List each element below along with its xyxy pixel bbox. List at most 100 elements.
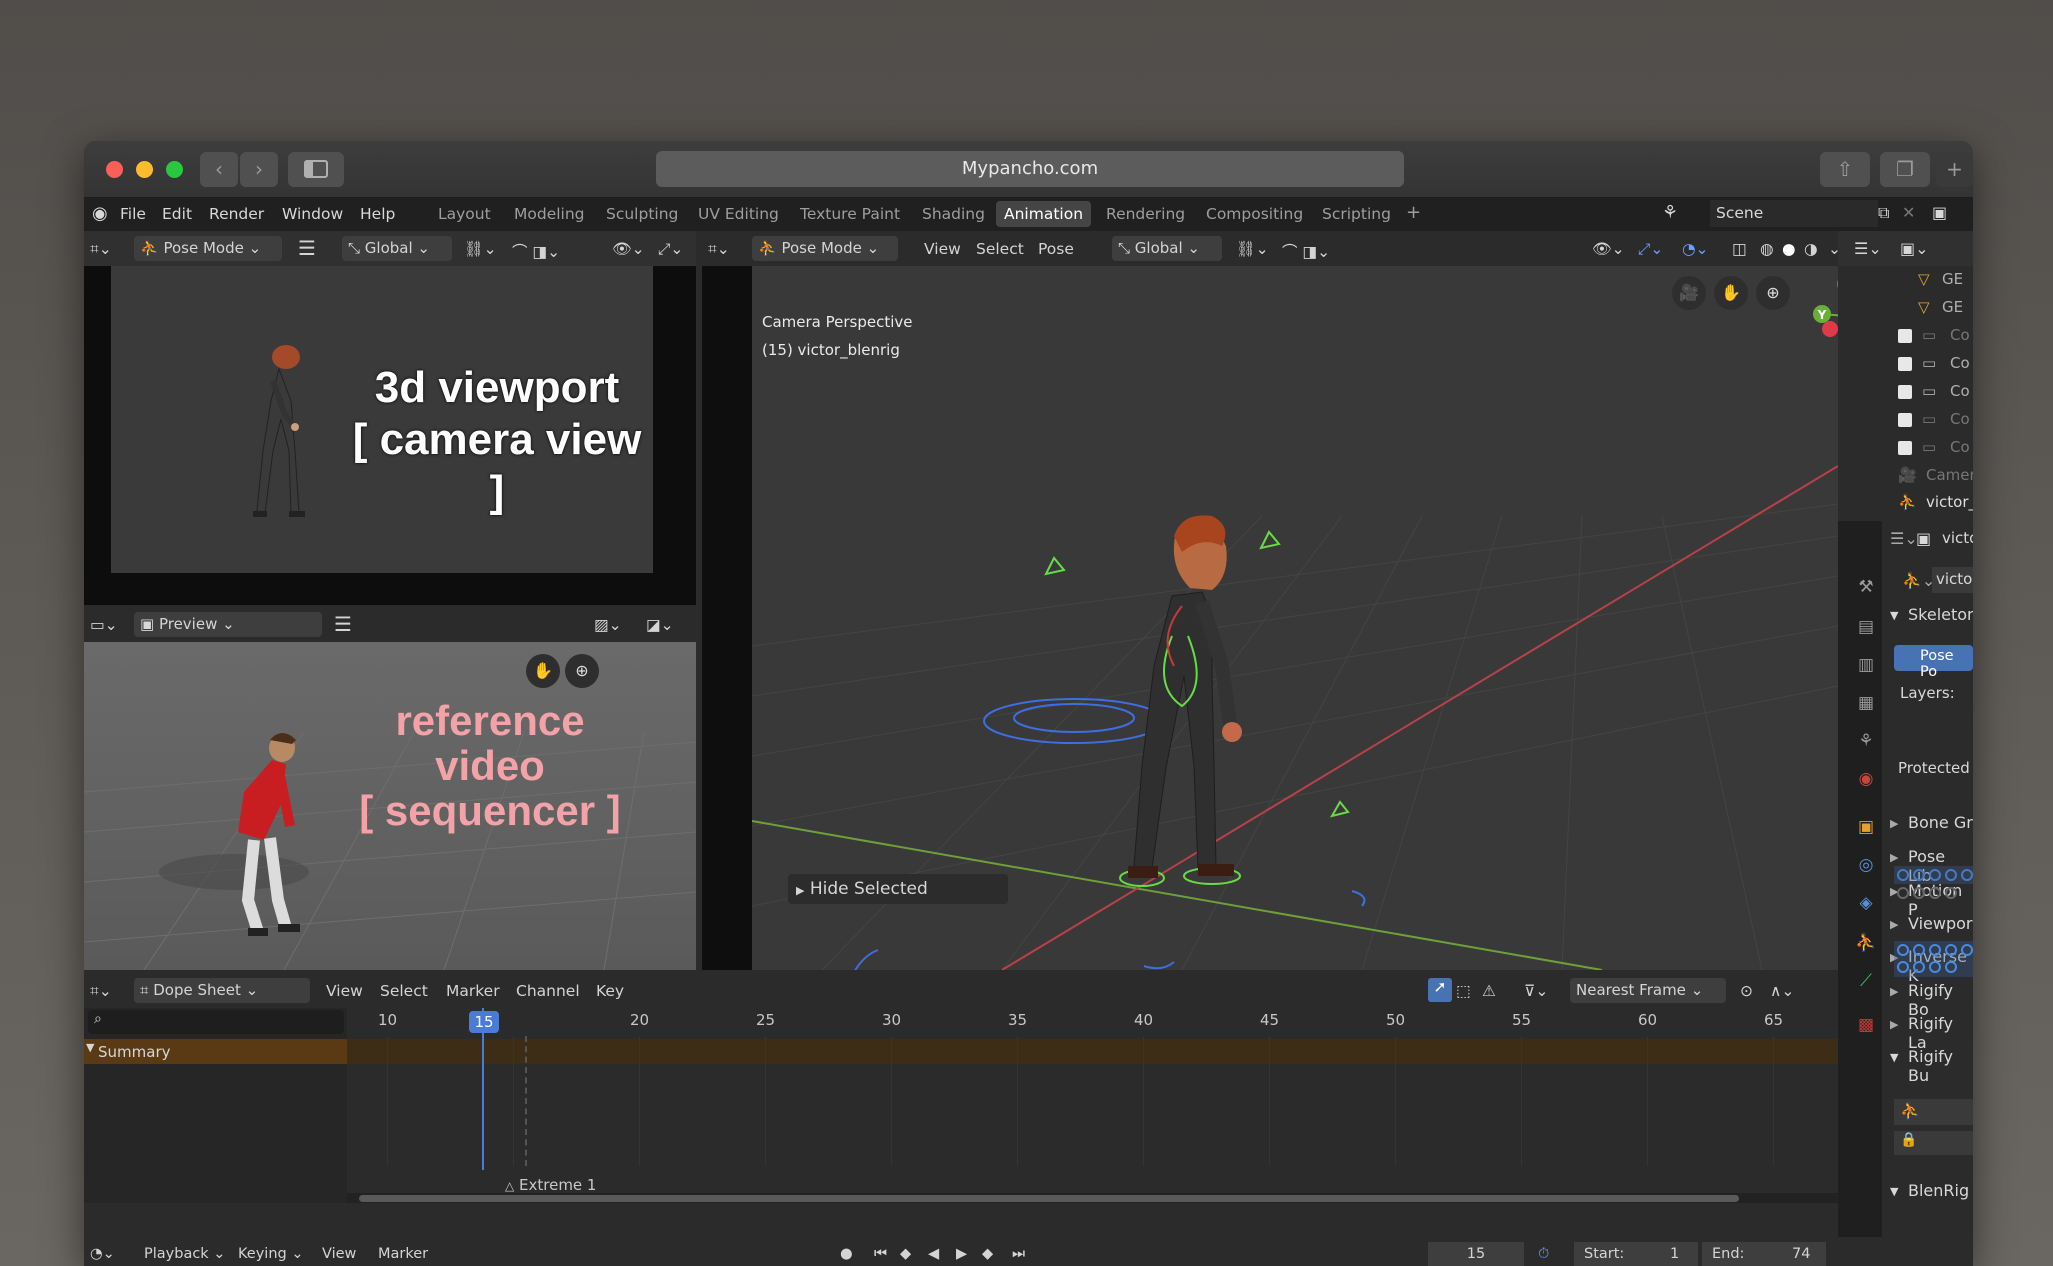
dopesheet-menu-select[interactable]: Select xyxy=(380,982,428,1000)
back-icon[interactable]: ‹ xyxy=(200,152,238,187)
preview-range-icon[interactable]: ⏱ xyxy=(1538,1246,1549,1262)
armature-data-tab-icon[interactable]: ⛹ xyxy=(1854,933,1878,955)
viewport-orientation-dropdown[interactable]: ⤡ Global ⌄ xyxy=(1112,236,1222,261)
outliner-item[interactable]: GE xyxy=(1942,270,1963,288)
3d-viewport[interactable]: Camera Perspective (15) victor_blenrig 🎥 … xyxy=(702,266,1838,970)
output-tab-icon[interactable]: ▥ xyxy=(1854,655,1878,677)
gizmo-icon[interactable]: ⤢⌄ xyxy=(658,240,683,259)
camera-view-panel[interactable]: 3d viewport [ camera view ] xyxy=(84,266,696,605)
end-frame-field[interactable]: End: 74 xyxy=(1702,1242,1826,1266)
menu-help[interactable]: Help xyxy=(360,205,395,223)
dopesheet-menu-marker[interactable]: Marker xyxy=(446,982,500,1000)
viewport-zoom-icon[interactable]: ⊕ xyxy=(1756,276,1790,310)
scene-remove-icon[interactable]: ✕ xyxy=(1902,203,1915,222)
menu-render[interactable]: Render xyxy=(209,205,264,223)
collection-checkbox[interactable] xyxy=(1898,413,1912,427)
world-tab-icon[interactable]: ◉ xyxy=(1854,769,1878,791)
outliner-item[interactable]: Co xyxy=(1950,354,1970,372)
viewport-menu-view[interactable]: View xyxy=(924,240,961,258)
constraint-tab-icon[interactable]: ◈ xyxy=(1854,893,1878,915)
dopesheet-editor-icon[interactable]: ⌗⌄ xyxy=(90,982,112,1001)
jump-start-icon[interactable]: ⏮ xyxy=(874,1246,887,1262)
jump-end-icon[interactable]: ⏭ xyxy=(1012,1246,1025,1262)
preview-mode-dropdown[interactable]: ▣ Preview ⌄ xyxy=(134,612,322,637)
keying-menu[interactable]: Keying ⌄ xyxy=(238,1246,303,1262)
share-icon[interactable]: ⇧ xyxy=(1820,152,1870,187)
falloff-icon[interactable]: ∧⌄ xyxy=(1770,982,1794,1000)
viewport-gizmo-icon[interactable]: ⤢⌄ xyxy=(1638,240,1663,259)
section-bone-groups[interactable]: Bone Gr xyxy=(1908,813,1973,832)
menu-file[interactable]: File xyxy=(120,205,146,223)
viewport-menu-pose[interactable]: Pose xyxy=(1038,240,1074,258)
preview-overlay-icon[interactable]: ◪⌄ xyxy=(646,616,674,634)
outliner-filter-icon[interactable]: ▣⌄ xyxy=(1900,239,1929,258)
viewport-mode-dropdown[interactable]: ⛹ Pose Mode ⌄ xyxy=(752,236,898,261)
tab-compositing[interactable]: Compositing xyxy=(1206,205,1303,223)
dopesheet-menu-channel[interactable]: Channel xyxy=(516,982,580,1000)
xray-icon[interactable]: ◫ xyxy=(1732,240,1747,258)
shading-solid-icon[interactable]: ● xyxy=(1782,240,1796,258)
current-frame-indicator[interactable]: 15 xyxy=(469,1011,499,1033)
outliner-panel[interactable]: ☰⌄ ▣⌄ ▽ GE ▽ GE ▭ Co ▭ Co ▭ Co ▭ Co ▭ Co 🎥 Camer… xyxy=(1838,231,1973,518)
tab-sculpting[interactable]: Sculpting xyxy=(606,205,678,223)
summary-channel[interactable]: ▼ Summary xyxy=(84,1039,347,1064)
tab-rendering[interactable]: Rendering xyxy=(1106,205,1185,223)
editor-type-icon[interactable]: ⌗⌄ xyxy=(90,240,112,259)
collection-checkbox[interactable] xyxy=(1898,329,1912,343)
view-layer-tab-icon[interactable]: ▦ xyxy=(1854,693,1878,715)
texture-tab-icon[interactable]: ▩ xyxy=(1854,1015,1878,1037)
properties-panel[interactable]: ⚒ ▤ ▥ ▦ ⚘ ◉ ▣ ◎ ◈ ⛹ ⟋ ▩ ☰⌄ ▣ victo ⛹⌄ vi… xyxy=(1838,521,1973,1266)
show-hidden-icon[interactable]: ⬚ xyxy=(1456,982,1471,1000)
timeline-editor-icon[interactable]: ◔⌄ xyxy=(90,1246,115,1262)
prev-keyframe-icon[interactable]: ◆ xyxy=(900,1246,911,1262)
timeline-view-menu[interactable]: View xyxy=(322,1246,356,1262)
camera-orientation-dropdown[interactable]: ⤡ Global ⌄ xyxy=(342,236,452,261)
render-tab-icon[interactable]: ▤ xyxy=(1854,617,1878,639)
blender-logo-icon[interactable]: ◉ xyxy=(92,203,108,224)
frame-ruler[interactable] xyxy=(347,1008,1838,1036)
record-icon[interactable]: ● xyxy=(840,1246,853,1262)
viewport-snap-icon[interactable]: ⌒ ◨⌄ xyxy=(1282,240,1330,262)
sequencer-editor-icon[interactable]: ▭⌄ xyxy=(90,616,118,634)
outliner-item[interactable]: Co xyxy=(1950,410,1970,428)
pose-position-button[interactable]: Pose Po xyxy=(1894,645,1973,680)
outliner-item[interactable]: GE xyxy=(1942,298,1963,316)
play-icon[interactable]: ▶ xyxy=(956,1246,967,1262)
minimize-window-button[interactable] xyxy=(136,161,153,178)
zoom-icon[interactable]: ⊕ xyxy=(565,654,599,688)
outliner-item[interactable]: Co xyxy=(1950,326,1970,344)
add-workspace-icon[interactable]: + xyxy=(1406,202,1421,223)
start-frame-field[interactable]: Start: 1 xyxy=(1574,1242,1698,1266)
scene-browse-icon[interactable]: ⧉ xyxy=(1878,203,1889,223)
menu-icon[interactable]: ☰ xyxy=(298,236,316,260)
menu-window[interactable]: Window xyxy=(282,205,343,223)
sidebar-toggle-icon[interactable] xyxy=(288,152,344,187)
skeleton-section-header[interactable]: Skeleton xyxy=(1908,605,1973,624)
scene-name-field[interactable]: Scene xyxy=(1710,200,1878,227)
rigify-armature-field-icon[interactable]: ⛹ xyxy=(1894,1099,1973,1125)
dopesheet-menu-view[interactable]: View xyxy=(326,982,363,1000)
menu-edit[interactable]: Edit xyxy=(162,205,192,223)
outliner-item[interactable]: victor_ xyxy=(1926,493,1973,511)
object-tab-icon[interactable]: ▣ xyxy=(1854,817,1878,839)
tool-tab-icon[interactable]: ⚒ xyxy=(1854,577,1878,599)
shading-material-icon[interactable]: ◑ xyxy=(1804,240,1818,258)
viewport-menu-select[interactable]: Select xyxy=(976,240,1024,258)
viewport-overlay-icon[interactable]: ◔⌄ xyxy=(1682,240,1709,258)
snap-mode-dropdown[interactable]: Nearest Frame ⌄ xyxy=(1570,978,1726,1003)
proportional-edit-icon[interactable]: ⊙ xyxy=(1740,982,1753,1000)
section-rigify-buttons[interactable]: Rigify Bu xyxy=(1908,1047,1973,1085)
navigation-gizmo[interactable]: Z X Y xyxy=(1792,266,1838,386)
tab-texture-paint[interactable]: Texture Paint xyxy=(800,205,900,223)
blenrig-section-header[interactable]: BlenRig xyxy=(1908,1181,1969,1200)
playback-menu[interactable]: Playback ⌄ xyxy=(144,1246,225,1262)
forward-icon[interactable]: › xyxy=(240,152,278,187)
preview-menu-icon[interactable]: ☰ xyxy=(334,612,352,636)
hide-selected-panel[interactable]: ▶ Hide Selected xyxy=(788,874,1008,904)
channel-search-icon[interactable]: ⌕ xyxy=(88,1010,344,1034)
shading-wireframe-icon[interactable]: ◍ xyxy=(1760,240,1774,258)
timeline-marker-menu[interactable]: Marker xyxy=(378,1246,428,1262)
only-selected-icon[interactable]: ➚ xyxy=(1428,978,1452,1002)
viewport-pan-icon[interactable]: ✋ xyxy=(1714,276,1748,310)
dopesheet-mode-dropdown[interactable]: ⌗ Dope Sheet ⌄ xyxy=(134,978,310,1003)
